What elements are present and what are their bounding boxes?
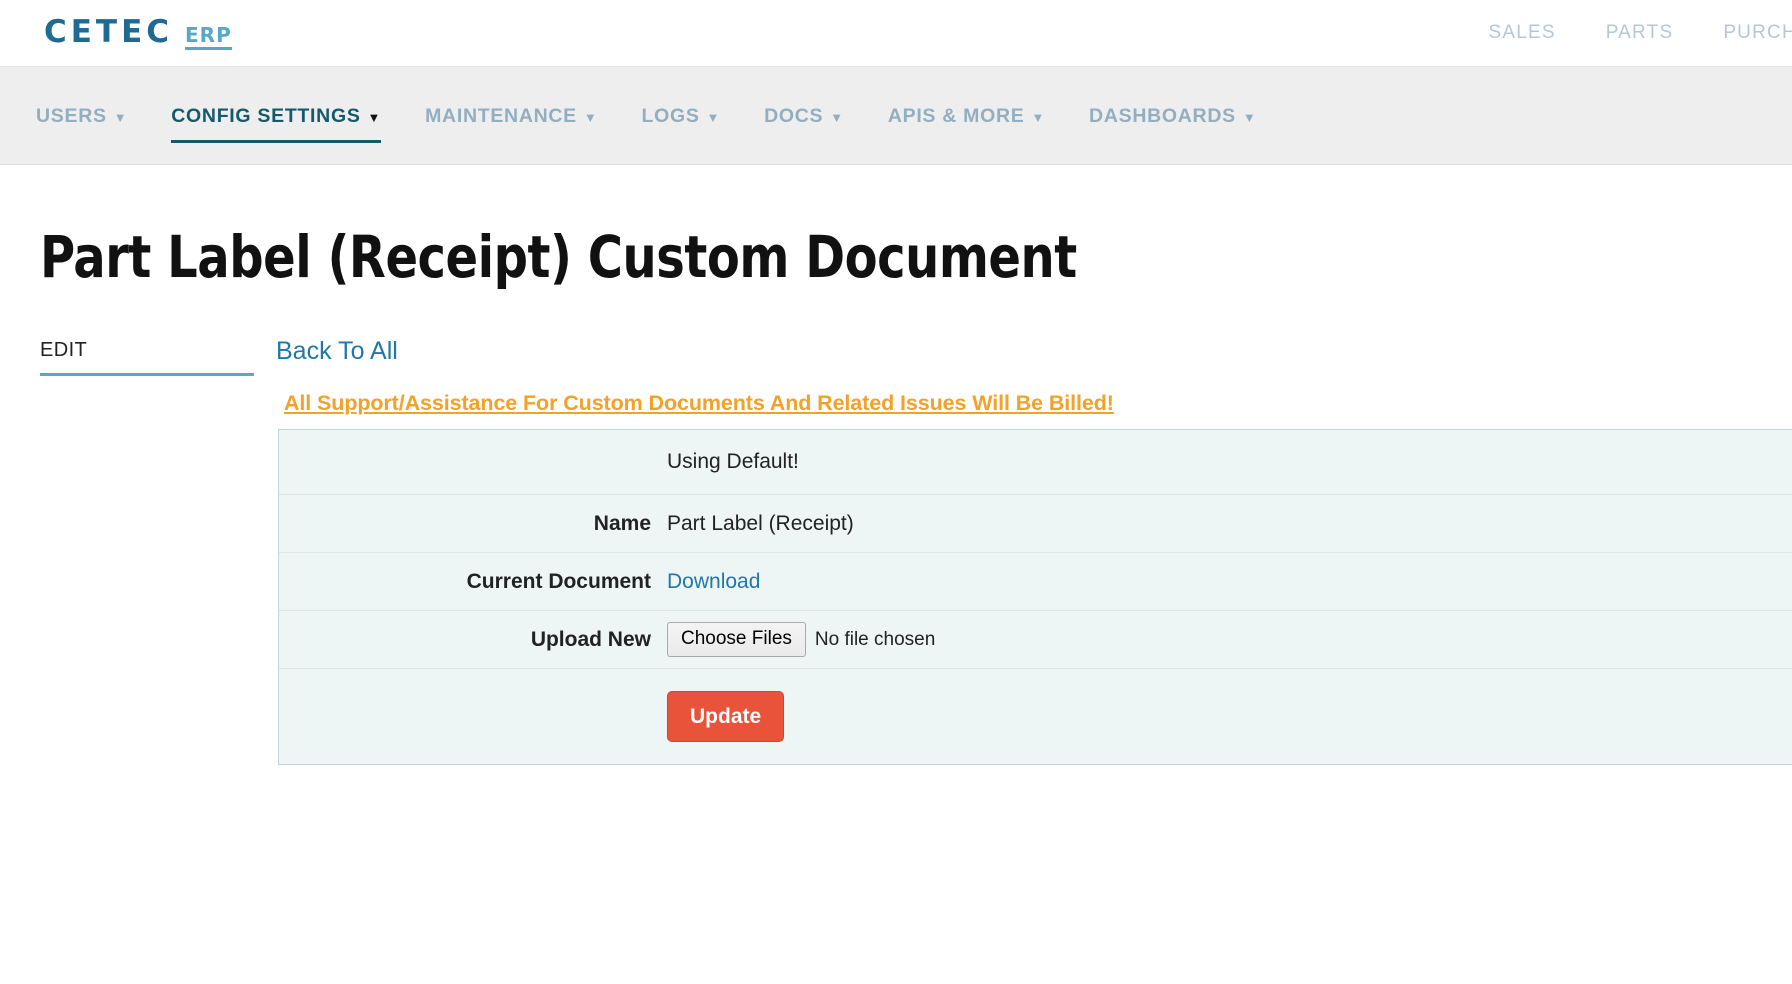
document-panel: Using Default! Name Part Label (Receipt)… <box>278 429 1792 765</box>
topnav-item-parts[interactable]: PARTS <box>1606 22 1674 44</box>
subnav-item-dashboards-label: DASHBOARDS <box>1089 104 1236 127</box>
subnav-item-users[interactable]: USERS ▼ <box>36 89 127 143</box>
chevron-down-icon: ▼ <box>367 109 382 125</box>
document-status-row: Using Default! <box>279 430 1792 494</box>
logo-erp-text: ERP <box>185 25 232 50</box>
page-title: Part Label (Receipt) Custom Document <box>40 223 1077 291</box>
subnav-item-logs[interactable]: LOGS ▼ <box>641 89 720 143</box>
tab-edit[interactable]: EDIT <box>40 339 254 376</box>
document-name-label: Name <box>593 511 651 535</box>
subnav-item-docs[interactable]: DOCS ▼ <box>764 89 844 143</box>
upload-new-label: Upload New <box>530 627 651 651</box>
current-document-label: Current Document <box>466 569 651 593</box>
chevron-down-icon: ▼ <box>583 109 598 125</box>
choose-files-button[interactable]: Choose Files <box>667 622 806 657</box>
chevron-down-icon: ▼ <box>1242 109 1257 125</box>
subnav-item-maintenance-label: MAINTENANCE <box>425 104 577 127</box>
topnav-item-sales[interactable]: SALES <box>1488 22 1555 44</box>
submit-value: Update <box>667 691 1792 742</box>
chevron-down-icon: ▼ <box>1031 109 1046 125</box>
billing-warning-link[interactable]: All Support/Assistance For Custom Docume… <box>284 391 1752 416</box>
top-bar: CETEC ERP SALES PARTS PURCHASING <box>0 0 1792 66</box>
subnav-item-docs-label: DOCS <box>764 104 824 127</box>
current-document-row: Current Document Download <box>279 552 1792 610</box>
subnav-item-logs-label: LOGS <box>641 104 700 127</box>
subnav-item-config-settings[interactable]: CONFIG SETTINGS ▼ <box>171 89 382 143</box>
primary-nav: SALES PARTS PURCHASING <box>1488 22 1792 44</box>
document-status-value: Using Default! <box>667 450 799 473</box>
submit-row: Update <box>279 668 1792 764</box>
upload-new-value: Choose Files No file chosen <box>667 622 1792 657</box>
chevron-down-icon: ▼ <box>830 109 844 125</box>
document-name-value: Part Label (Receipt) <box>667 511 854 535</box>
subnav-item-apis-and-more-label: APIS & MORE <box>887 104 1025 127</box>
subnav-item-dashboards[interactable]: DASHBOARDS ▼ <box>1089 89 1256 143</box>
subnav-item-config-settings-label: CONFIG SETTINGS <box>171 104 361 127</box>
subnav-item-apis-and-more[interactable]: APIS & MORE ▼ <box>888 89 1045 143</box>
subnav-item-maintenance[interactable]: MAINTENANCE ▼ <box>425 89 597 143</box>
topnav-item-purchasing[interactable]: PURCHASING <box>1723 22 1792 44</box>
main-content: Part Label (Receipt) Custom Document EDI… <box>0 223 1792 765</box>
current-document-value: Download <box>667 570 1792 594</box>
upload-new-row: Upload New Choose Files No file chosen <box>279 610 1792 668</box>
secondary-nav: USERS ▼ CONFIG SETTINGS ▼ MAINTENANCE ▼ … <box>0 66 1792 165</box>
back-to-all-link[interactable]: Back To All <box>276 339 398 364</box>
document-name-row: Name Part Label (Receipt) <box>279 494 1792 552</box>
logo-cetec-text: CETEC <box>44 13 173 50</box>
download-link[interactable]: Download <box>667 570 760 594</box>
document-column: Back To All All Support/Assistance For C… <box>276 339 1792 765</box>
chevron-down-icon: ▼ <box>706 109 721 125</box>
logo[interactable]: CETEC ERP <box>44 13 232 50</box>
file-chosen-status: No file chosen <box>814 628 936 650</box>
file-input[interactable]: Choose Files No file chosen <box>667 622 935 657</box>
content-row: EDIT Back To All All Support/Assistance … <box>40 339 1792 765</box>
subnav-item-users-label: USERS <box>36 104 107 127</box>
chevron-down-icon: ▼ <box>113 109 128 125</box>
update-button[interactable]: Update <box>667 691 785 742</box>
tab-column: EDIT <box>40 339 276 376</box>
